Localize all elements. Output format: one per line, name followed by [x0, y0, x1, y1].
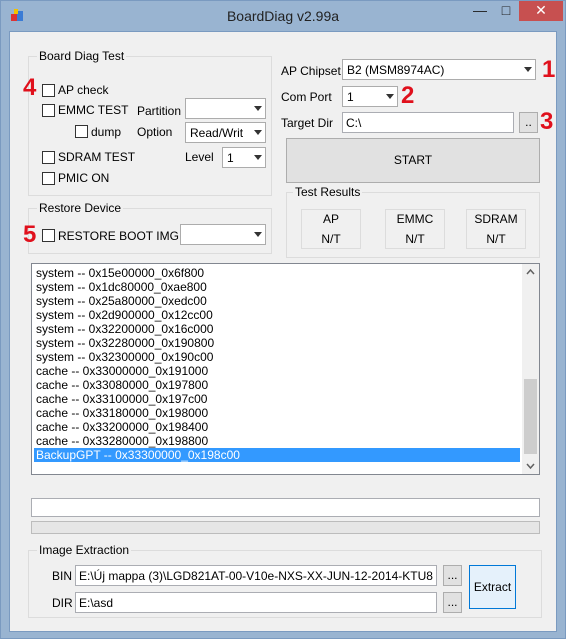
log-list-item[interactable]: system -- 0x2d900000_0x12cc00 — [34, 308, 213, 322]
chevron-down-icon — [254, 106, 262, 111]
log-list-item[interactable]: system -- 0x32280000_0x190800 — [34, 336, 214, 350]
log-scrollbar[interactable] — [522, 264, 539, 474]
restore-device-group-label: Restore Device — [37, 201, 124, 215]
restore-boot-img-checkbox[interactable] — [42, 229, 55, 242]
log-list[interactable]: system -- 0x15e00000_0x6f800 system -- 0x… — [31, 263, 540, 475]
com-port-value: 1 — [347, 90, 354, 104]
option-value: Read/Writ — [190, 126, 244, 140]
dir-label: DIR — [52, 596, 73, 610]
bin-browse-button[interactable]: ... — [443, 565, 462, 586]
result-sdram-value: N/T — [486, 232, 506, 246]
result-sdram: SDRAM N/T — [466, 209, 526, 249]
pmic-on-label[interactable]: PMIC ON — [58, 171, 109, 185]
restore-img-select[interactable] — [180, 224, 266, 245]
target-dir-label: Target Dir — [281, 116, 334, 130]
log-list-item[interactable]: system -- 0x32200000_0x16c000 — [34, 322, 213, 336]
client-area: Board Diag Test AP check EMMC TEST Parti… — [9, 31, 557, 632]
restore-boot-img-label[interactable]: RESTORE BOOT IMG — [58, 229, 179, 243]
target-dir-browse-button[interactable]: .. — [519, 112, 538, 133]
app-window: BoardDiag v2.99a — □ ✕ Board Diag Test A… — [0, 0, 566, 639]
dir-browse-button[interactable]: ... — [443, 592, 462, 613]
status-field — [31, 498, 540, 517]
scroll-up-icon[interactable] — [522, 264, 539, 281]
test-results-group: Test Results AP N/T EMMC N/T SDRAM N/T — [286, 185, 540, 258]
log-list-item[interactable]: system -- 0x32300000_0x190c00 — [34, 350, 213, 364]
ap-chipset-value: B2 (MSM8974AC) — [347, 63, 445, 77]
restore-device-group: Restore Device RESTORE BOOT IMG — [28, 201, 272, 254]
image-extraction-group-label: Image Extraction — [37, 543, 132, 557]
result-ap-name: AP — [322, 212, 339, 226]
dir-input[interactable] — [79, 595, 434, 610]
result-sdram-name: SDRAM — [474, 212, 518, 226]
annotation-1: 1 — [542, 56, 556, 83]
result-emmc-name: EMMC — [396, 212, 434, 226]
target-dir-field[interactable] — [342, 112, 514, 133]
annotation-3: 3 — [540, 108, 554, 135]
chevron-down-icon — [524, 67, 532, 72]
board-diag-group-label: Board Diag Test — [37, 49, 127, 63]
progress-bar — [31, 521, 540, 534]
partition-select[interactable] — [185, 98, 266, 119]
scroll-thumb[interactable] — [524, 379, 537, 454]
minimize-button[interactable]: — — [467, 1, 493, 21]
start-button[interactable]: START — [286, 138, 540, 183]
result-ap: AP N/T — [301, 209, 361, 249]
option-select[interactable]: Read/Writ — [185, 122, 266, 143]
chevron-down-icon — [254, 232, 262, 237]
chevron-down-icon — [254, 130, 262, 135]
log-list-item[interactable]: cache -- 0x33200000_0x198400 — [34, 420, 208, 434]
level-value: 1 — [227, 151, 234, 165]
log-list-item[interactable]: system -- 0x1dc80000_0xae800 — [34, 280, 207, 294]
log-list-item[interactable]: cache -- 0x33180000_0x198000 — [34, 406, 208, 420]
com-port-select[interactable]: 1 — [342, 86, 398, 107]
level-label: Level — [185, 150, 214, 164]
sdram-test-checkbox[interactable] — [42, 151, 55, 164]
annotation-4: 4 — [23, 74, 37, 101]
com-port-label: Com Port — [281, 90, 332, 104]
log-list-item[interactable]: cache -- 0x33280000_0x198800 — [34, 434, 208, 448]
extract-button[interactable]: Extract — [469, 565, 516, 609]
partition-label: Partition — [137, 104, 182, 118]
pmic-on-checkbox[interactable] — [42, 172, 55, 185]
log-list-item[interactable]: cache -- 0x33000000_0x191000 — [34, 364, 208, 378]
bin-field[interactable] — [75, 565, 437, 586]
result-emmc-value: N/T — [405, 232, 425, 246]
image-extraction-group: Image Extraction BIN ... DIR ... Extract — [28, 543, 542, 618]
result-emmc: EMMC N/T — [385, 209, 445, 249]
emmc-test-checkbox[interactable] — [42, 104, 55, 117]
target-dir-input[interactable] — [346, 115, 511, 130]
ap-check-label[interactable]: AP check — [58, 83, 108, 97]
chevron-down-icon — [386, 94, 394, 99]
log-list-item[interactable]: cache -- 0x33080000_0x197800 — [34, 378, 208, 392]
log-list-item[interactable]: system -- 0x15e00000_0x6f800 — [34, 266, 204, 280]
title-bar[interactable]: BoardDiag v2.99a — □ ✕ — [1, 1, 565, 31]
board-diag-group: Board Diag Test AP check EMMC TEST Parti… — [28, 49, 272, 196]
dir-field[interactable] — [75, 592, 437, 613]
ap-check-checkbox[interactable] — [42, 84, 55, 97]
bin-input[interactable] — [79, 568, 434, 583]
dump-checkbox[interactable] — [75, 125, 88, 138]
ap-chipset-select[interactable]: B2 (MSM8974AC) — [342, 59, 536, 80]
annotation-5: 5 — [23, 221, 37, 248]
sdram-test-label[interactable]: SDRAM TEST — [58, 150, 135, 164]
scroll-down-icon[interactable] — [522, 457, 539, 474]
dump-label[interactable]: dump — [91, 125, 121, 139]
level-select[interactable]: 1 — [222, 147, 266, 168]
bin-label: BIN — [52, 569, 73, 583]
annotation-2: 2 — [401, 82, 415, 109]
chevron-down-icon — [254, 155, 262, 160]
maximize-button[interactable]: □ — [493, 1, 519, 21]
ap-chipset-label: AP Chipset — [281, 64, 341, 78]
test-results-group-label: Test Results — [293, 185, 363, 199]
result-ap-value: N/T — [321, 232, 341, 246]
log-list-item[interactable]: cache -- 0x33100000_0x197c00 — [34, 392, 207, 406]
emmc-test-label[interactable]: EMMC TEST — [58, 103, 128, 117]
log-list-item[interactable]: system -- 0x25a80000_0xedc00 — [34, 294, 207, 308]
log-list-item[interactable]: BackupGPT -- 0x33300000_0x198c00 — [34, 448, 520, 462]
close-button[interactable]: ✕ — [519, 1, 563, 21]
option-label: Option — [137, 125, 173, 139]
